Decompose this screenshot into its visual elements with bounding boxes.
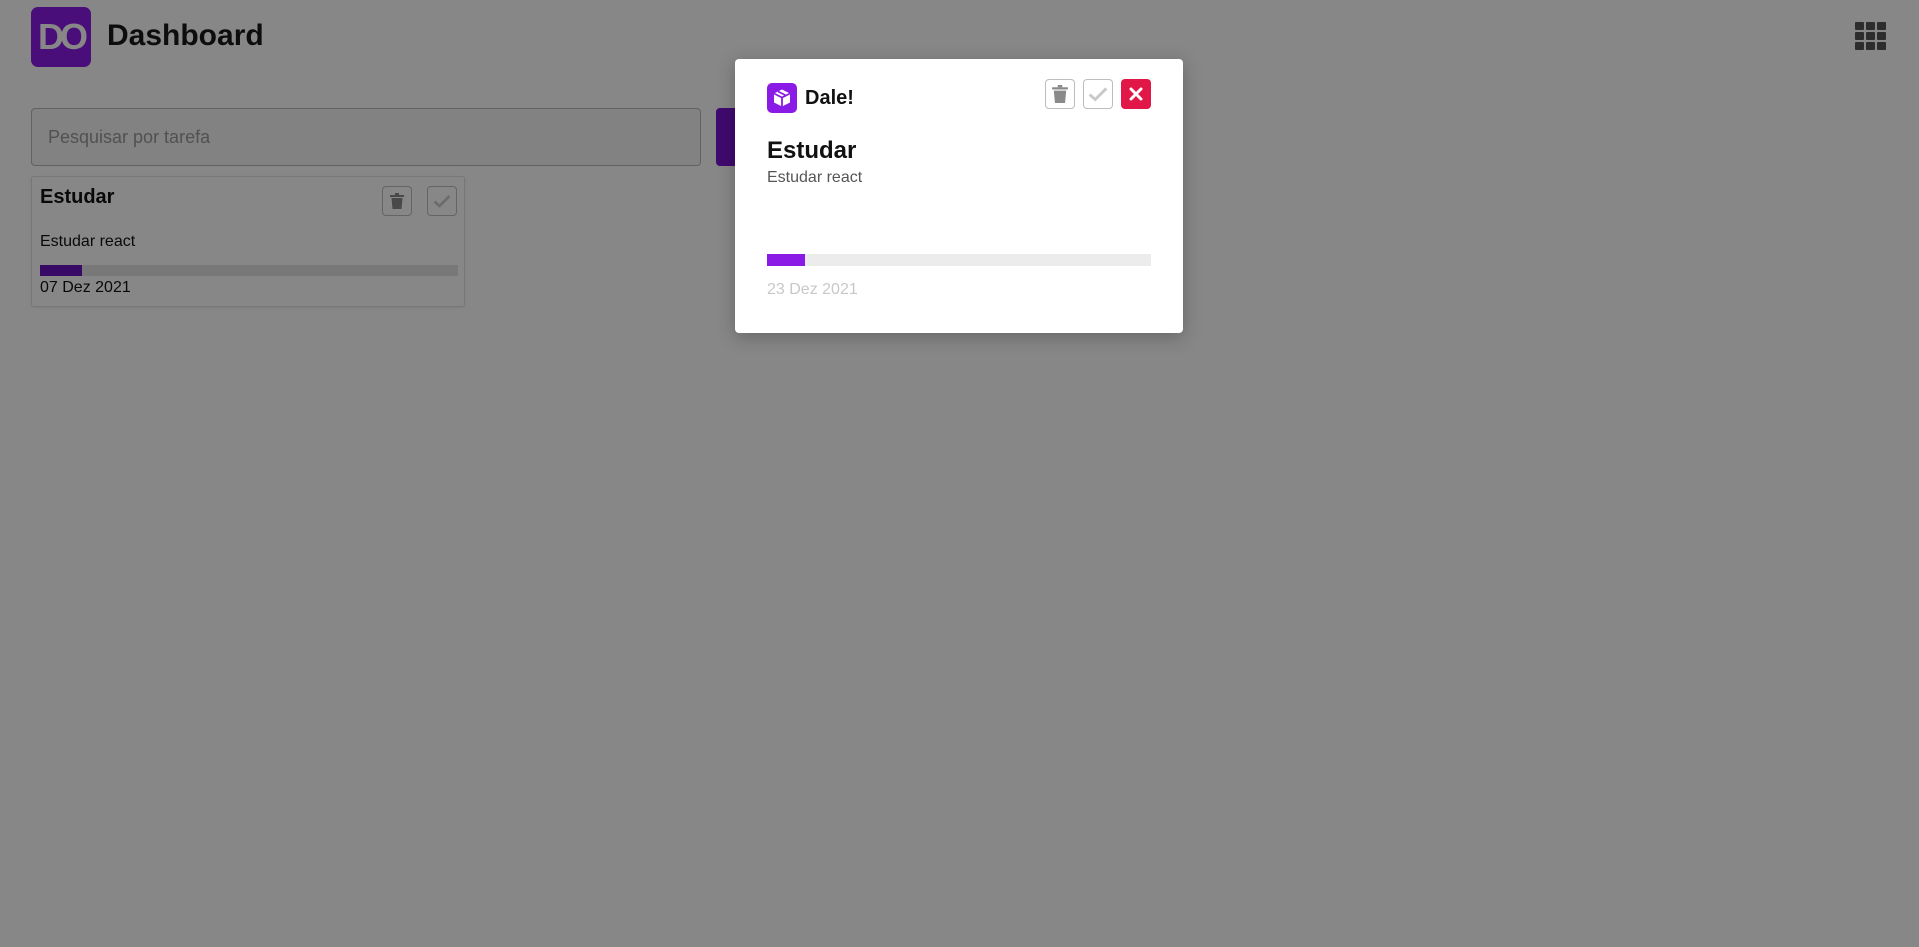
trash-icon xyxy=(1052,85,1068,103)
delete-button[interactable] xyxy=(1045,79,1075,109)
modal-task-description: Estudar react xyxy=(767,169,863,186)
task-detail-modal: Dale! Estudar Estudar react 23 Dez 2021 xyxy=(735,59,1183,333)
modal-task-date: 23 Dez 2021 xyxy=(767,281,858,298)
close-icon xyxy=(1129,87,1143,101)
modal-task-title: Estudar xyxy=(767,137,857,164)
box-icon xyxy=(767,83,797,113)
modal-progress-fill xyxy=(767,254,806,266)
modal-brand: Dale! xyxy=(805,87,854,109)
modal-progress-bar xyxy=(767,254,1151,266)
check-icon xyxy=(1088,87,1108,102)
close-button[interactable] xyxy=(1121,79,1151,109)
complete-button[interactable] xyxy=(1083,79,1113,109)
